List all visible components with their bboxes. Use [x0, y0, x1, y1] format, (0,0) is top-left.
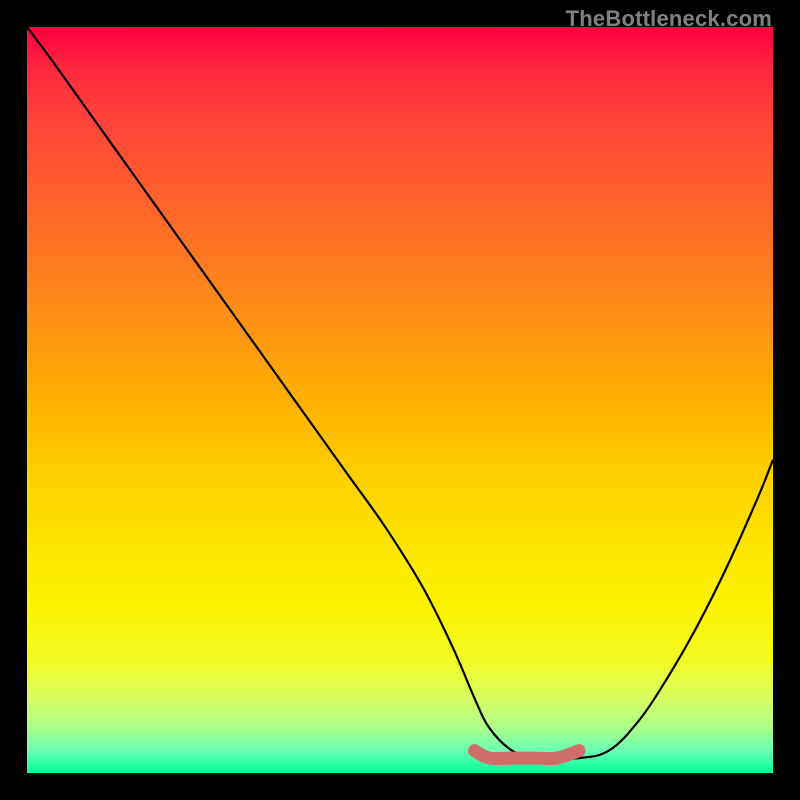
watermark-text: TheBottleneck.com [566, 6, 772, 32]
plot-area [27, 27, 773, 773]
chart-frame: TheBottleneck.com [0, 0, 800, 800]
curve-layer [27, 27, 773, 773]
optimal-range-path [475, 751, 579, 759]
bottleneck-curve-path [27, 27, 773, 759]
